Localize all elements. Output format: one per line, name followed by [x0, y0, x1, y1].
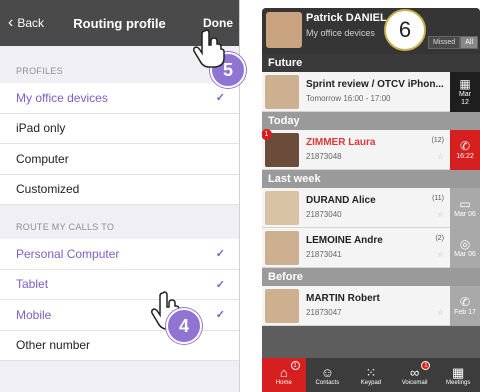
pointing-hand-icon: [193, 29, 225, 68]
favorite-icon[interactable]: ☆: [437, 152, 444, 161]
list-item[interactable]: Sprint review / OTCV iPhon... Tomorrow 1…: [262, 72, 480, 112]
profile-label: Computer: [16, 151, 69, 166]
call-date[interactable]: ✆ Feb 17: [450, 286, 480, 326]
call-count: (12): [431, 137, 444, 144]
section-last-week: Last week: [262, 170, 480, 188]
home-icon: ⌂: [279, 364, 288, 380]
phone-icon: ✆: [459, 294, 471, 309]
voicemail-date[interactable]: ◎ Mar 06: [450, 228, 480, 268]
call-time: 16:22: [456, 152, 474, 160]
check-icon: ✓: [215, 278, 225, 291]
section-before: Before: [262, 268, 480, 286]
profile-computer[interactable]: Computer: [0, 144, 239, 175]
user-name: Patrick DANIEL: [306, 12, 387, 24]
contacts-icon: ☺: [320, 364, 335, 380]
tab-voicemail[interactable]: ∞ Voicemail 1: [393, 358, 437, 392]
profile-label: iPad only: [16, 121, 66, 136]
contact-number: 21873047: [306, 308, 342, 317]
contact-number: 21873040: [306, 210, 342, 219]
profile-my-office-devices[interactable]: My office devices ✓: [0, 83, 239, 114]
item-title: Sprint review / OTCV iPhon...: [306, 79, 444, 90]
list-item[interactable]: MARTIN Robert 21873047 ☆ ✆ Feb 17: [262, 286, 480, 326]
keypad-icon: ⁙: [365, 364, 377, 380]
contact-number: 21873041: [306, 250, 342, 259]
contact-name: DURAND Alice: [306, 195, 376, 206]
avatar: [265, 191, 299, 225]
user-header: Patrick DANIEL My office devices Missed …: [262, 8, 480, 54]
profile-ipad-only[interactable]: iPad only: [0, 113, 239, 144]
date-month: Mar: [458, 90, 472, 98]
check-icon: ✓: [215, 248, 225, 261]
tab-contacts[interactable]: ☺ Contacts: [306, 358, 350, 392]
route-label: Tablet: [16, 277, 49, 292]
avatar: [265, 75, 299, 109]
tab-label: Voicemail: [401, 379, 428, 386]
favorite-icon[interactable]: ☆: [437, 308, 444, 317]
tab-keypad[interactable]: ⁙ Keypad: [349, 358, 393, 392]
route-other-number[interactable]: Other number: [0, 330, 239, 361]
section-future: Future: [262, 54, 480, 72]
phone-icon: ✆: [459, 138, 471, 153]
profile-customized[interactable]: Customized: [0, 174, 239, 205]
list-item[interactable]: 1 ZIMMER Laura 21873048 (12) ☆ ✆ 16:22: [262, 129, 480, 170]
calendar-date: ▦ Mar 12: [450, 72, 480, 112]
profile-label: My office devices: [16, 90, 108, 105]
tab-label: Keypad: [360, 379, 382, 386]
route-label: Other number: [16, 338, 91, 353]
tab-home[interactable]: ⌂ Home 1: [262, 358, 306, 392]
call-count: (11): [432, 195, 444, 202]
filter-tabs: Missed All: [428, 36, 478, 49]
contact-name: MARTIN Robert: [306, 293, 380, 304]
tab-missed[interactable]: Missed: [428, 36, 461, 49]
message-icon: ▭: [459, 196, 471, 211]
step-6-badge: 6: [384, 9, 426, 51]
route-section-header: ROUTE MY CALLS TO: [16, 222, 115, 232]
section-today: Today: [262, 112, 480, 130]
avatar[interactable]: [266, 12, 302, 48]
avatar: [265, 289, 299, 323]
missed-call-button[interactable]: ✆ 16:22: [450, 130, 480, 170]
tab-label: Home: [275, 379, 292, 386]
voicemail-icon: ◎: [459, 236, 471, 251]
contact-name: ZIMMER Laura: [306, 137, 376, 148]
favorite-icon[interactable]: ☆: [437, 250, 444, 259]
notification-badge: 1: [421, 361, 431, 370]
notification-badge: 1: [290, 361, 300, 370]
contact-number: 21873048: [306, 152, 342, 161]
date-day: 12: [461, 98, 469, 106]
route-personal-computer[interactable]: Personal Computer ✓: [0, 239, 239, 270]
avatar: [265, 231, 299, 265]
tab-all[interactable]: All: [460, 36, 478, 49]
check-icon: ✓: [215, 309, 225, 322]
tab-label: Meetings: [445, 379, 471, 386]
check-icon: ✓: [215, 92, 225, 105]
step-4-badge: 4: [166, 308, 202, 344]
call-history-screen: Patrick DANIEL My office devices Missed …: [262, 8, 480, 392]
profile-label: Customized: [16, 182, 80, 197]
bottom-tab-bar: ⌂ Home 1 ☺ Contacts ⁙ Keypad ∞ Voicemail…: [262, 358, 480, 392]
meetings-icon: ▦: [452, 364, 465, 380]
call-count: (2): [435, 235, 444, 242]
list-item[interactable]: LEMOINE Andre 21873041 (2) ☆ ◎ Mar 06: [262, 228, 480, 268]
item-date: Mar 06: [454, 250, 476, 258]
route-mobile[interactable]: Mobile ✓: [0, 300, 239, 331]
list-item[interactable]: DURAND Alice 21873040 (11) ☆ ▭ Mar 06: [262, 188, 480, 228]
calendar-icon: ▦: [459, 76, 471, 91]
route-label: Mobile: [16, 307, 52, 322]
item-date: Feb 17: [454, 308, 476, 316]
item-date: Mar 06: [454, 210, 476, 218]
favorite-icon[interactable]: ☆: [437, 210, 444, 219]
user-status[interactable]: My office devices: [306, 28, 375, 38]
voicemail-icon: ∞: [409, 364, 420, 380]
tab-label: Contacts: [315, 379, 340, 386]
route-label: Personal Computer: [16, 246, 120, 261]
item-time: Tomorrow 16:00 - 17:00: [306, 94, 391, 103]
tab-meetings[interactable]: ▦ Meetings: [436, 358, 480, 392]
message-date[interactable]: ▭ Mar 06: [450, 188, 480, 228]
contact-name: LEMOINE Andre: [306, 235, 383, 246]
route-tablet[interactable]: Tablet ✓: [0, 269, 239, 300]
